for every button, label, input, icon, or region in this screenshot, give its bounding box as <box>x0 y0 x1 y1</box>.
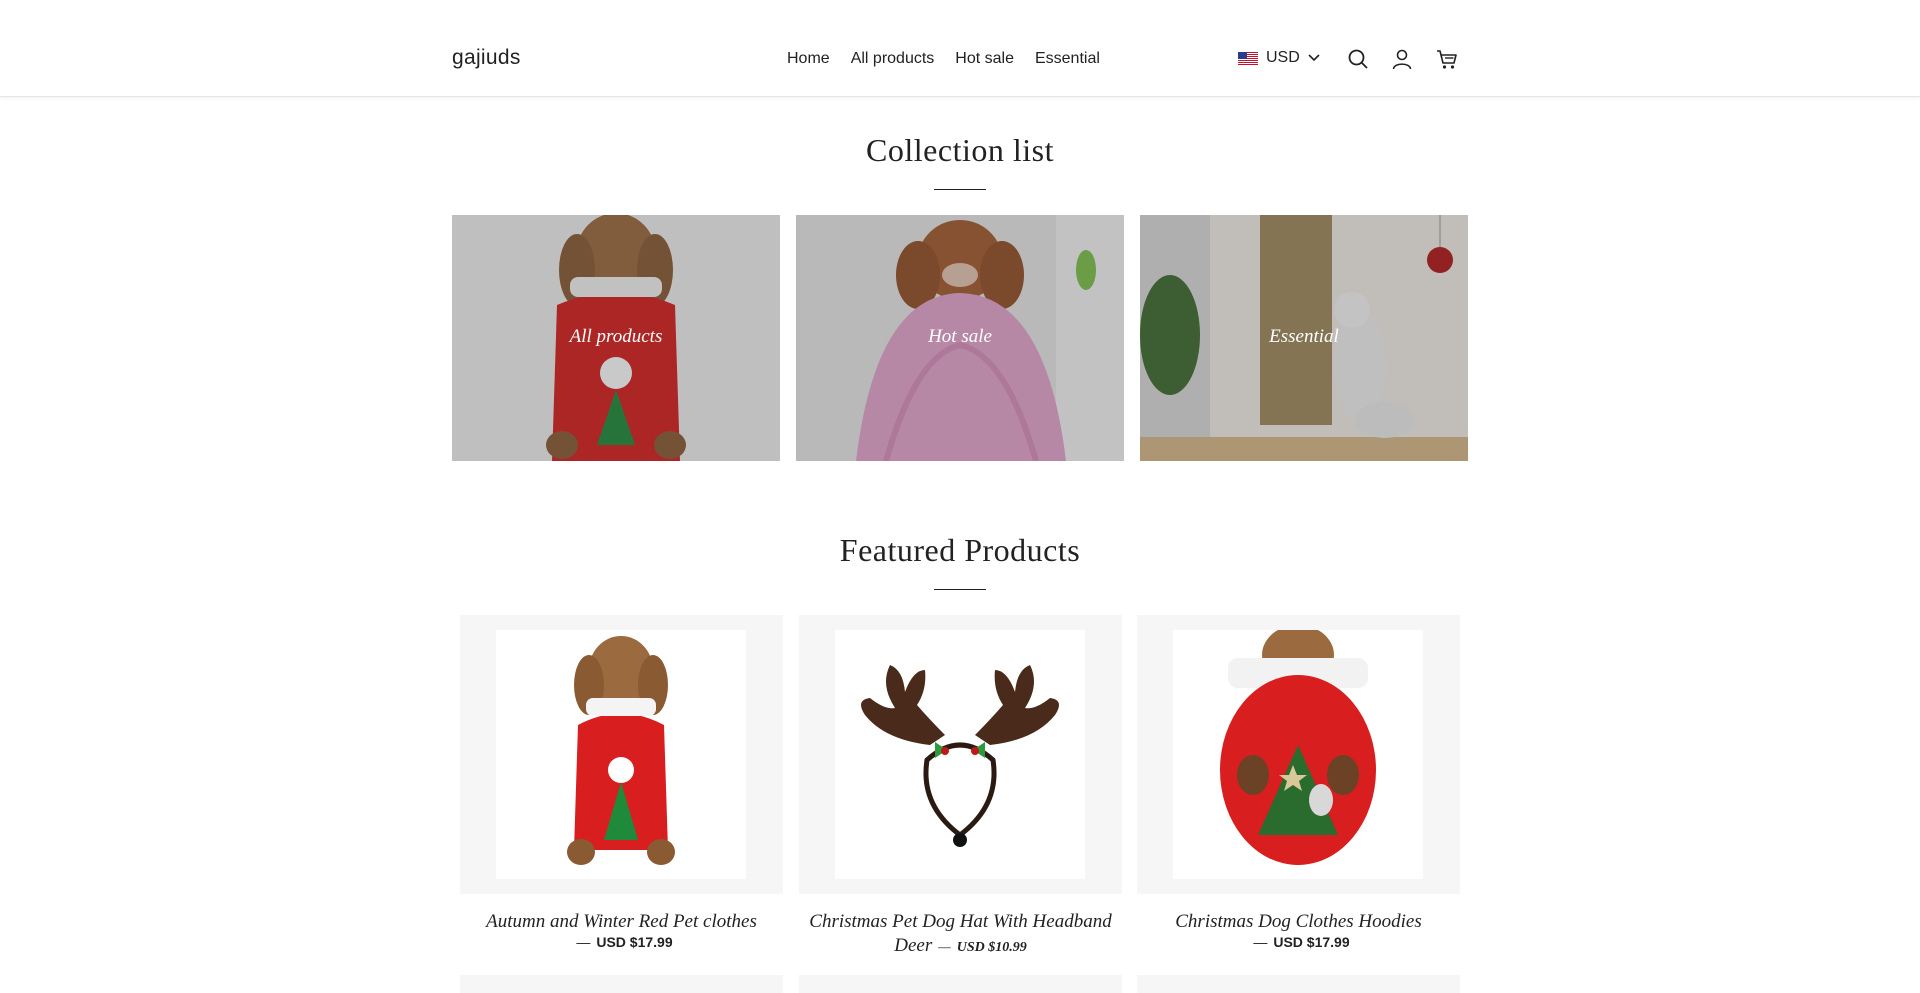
nav-essential[interactable]: Essential <box>1035 50 1100 68</box>
product-info: Christmas Dog Clothes Hoodies — USD $17.9… <box>1137 910 1460 952</box>
chevron-down-icon <box>1308 54 1320 62</box>
nav-home[interactable]: Home <box>787 50 830 68</box>
product-info: Christmas Pet Dog Hat With Headband Deer… <box>799 910 1122 960</box>
title-divider <box>934 589 986 590</box>
price-dash: — <box>576 934 591 950</box>
product-info: Autumn and Winter Red Pet clothes — USD $… <box>460 910 783 952</box>
collection-label: Hot sale <box>928 326 992 347</box>
product-name[interactable]: Autumn and Winter Red Pet clothes <box>470 910 773 934</box>
site-header: gajiuds Home All products Hot sale Essen… <box>0 0 1920 97</box>
title-divider <box>934 189 986 190</box>
product-card-partial[interactable] <box>460 975 783 993</box>
price-dash: — <box>938 940 951 955</box>
product-card-partial[interactable] <box>799 975 1122 993</box>
product-card[interactable]: Christmas Pet Dog Hat With Headband Deer… <box>799 615 1122 960</box>
product-card[interactable]: Christmas Dog Clothes Hoodies — USD $17.9… <box>1137 615 1460 952</box>
product-price: USD $10.99 <box>956 940 1027 955</box>
product-image <box>835 630 1085 879</box>
collection-card-essential[interactable]: Essential <box>1140 215 1468 461</box>
dog-christmas-hoodie-image <box>1220 630 1376 865</box>
cart-icon[interactable] <box>1436 48 1458 70</box>
collection-list-title: Collection list <box>866 132 1054 168</box>
product-image-frame <box>1137 615 1460 894</box>
nav-all-products[interactable]: All products <box>851 50 935 68</box>
product-image <box>496 630 746 879</box>
search-icon[interactable] <box>1347 48 1369 70</box>
currency-selector[interactable]: USD <box>1238 49 1320 67</box>
collection-label: Essential <box>1269 326 1339 347</box>
store-logo[interactable]: gajiuds <box>452 46 521 70</box>
product-image <box>1173 630 1423 879</box>
product-image-frame <box>799 615 1122 894</box>
product-card-partial[interactable] <box>1137 975 1460 993</box>
product-card[interactable]: Autumn and Winter Red Pet clothes — USD $… <box>460 615 783 952</box>
price-dash: — <box>1253 934 1268 950</box>
dog-red-hoodie-image <box>567 636 675 865</box>
main-nav: Home All products Hot sale Essential <box>787 50 1100 68</box>
product-price: USD $17.99 <box>1273 934 1350 950</box>
product-name[interactable]: Christmas Dog Clothes Hoodies <box>1147 910 1450 934</box>
currency-label: USD <box>1266 49 1300 66</box>
product-image-frame <box>460 615 783 894</box>
collection-card-all-products[interactable]: All products <box>452 215 780 461</box>
featured-products-title: Featured Products <box>839 532 1081 568</box>
collection-label: All products <box>569 326 663 347</box>
product-price: USD $17.99 <box>596 934 673 950</box>
account-icon[interactable] <box>1391 48 1413 70</box>
nav-hot-sale[interactable]: Hot sale <box>955 50 1014 68</box>
reindeer-antler-headband-image <box>861 665 1059 847</box>
collection-card-hot-sale[interactable]: Hot sale <box>796 215 1124 461</box>
us-flag-icon <box>1238 51 1258 65</box>
product-name[interactable]: Christmas Pet Dog Hat With Headband Deer… <box>809 910 1112 960</box>
